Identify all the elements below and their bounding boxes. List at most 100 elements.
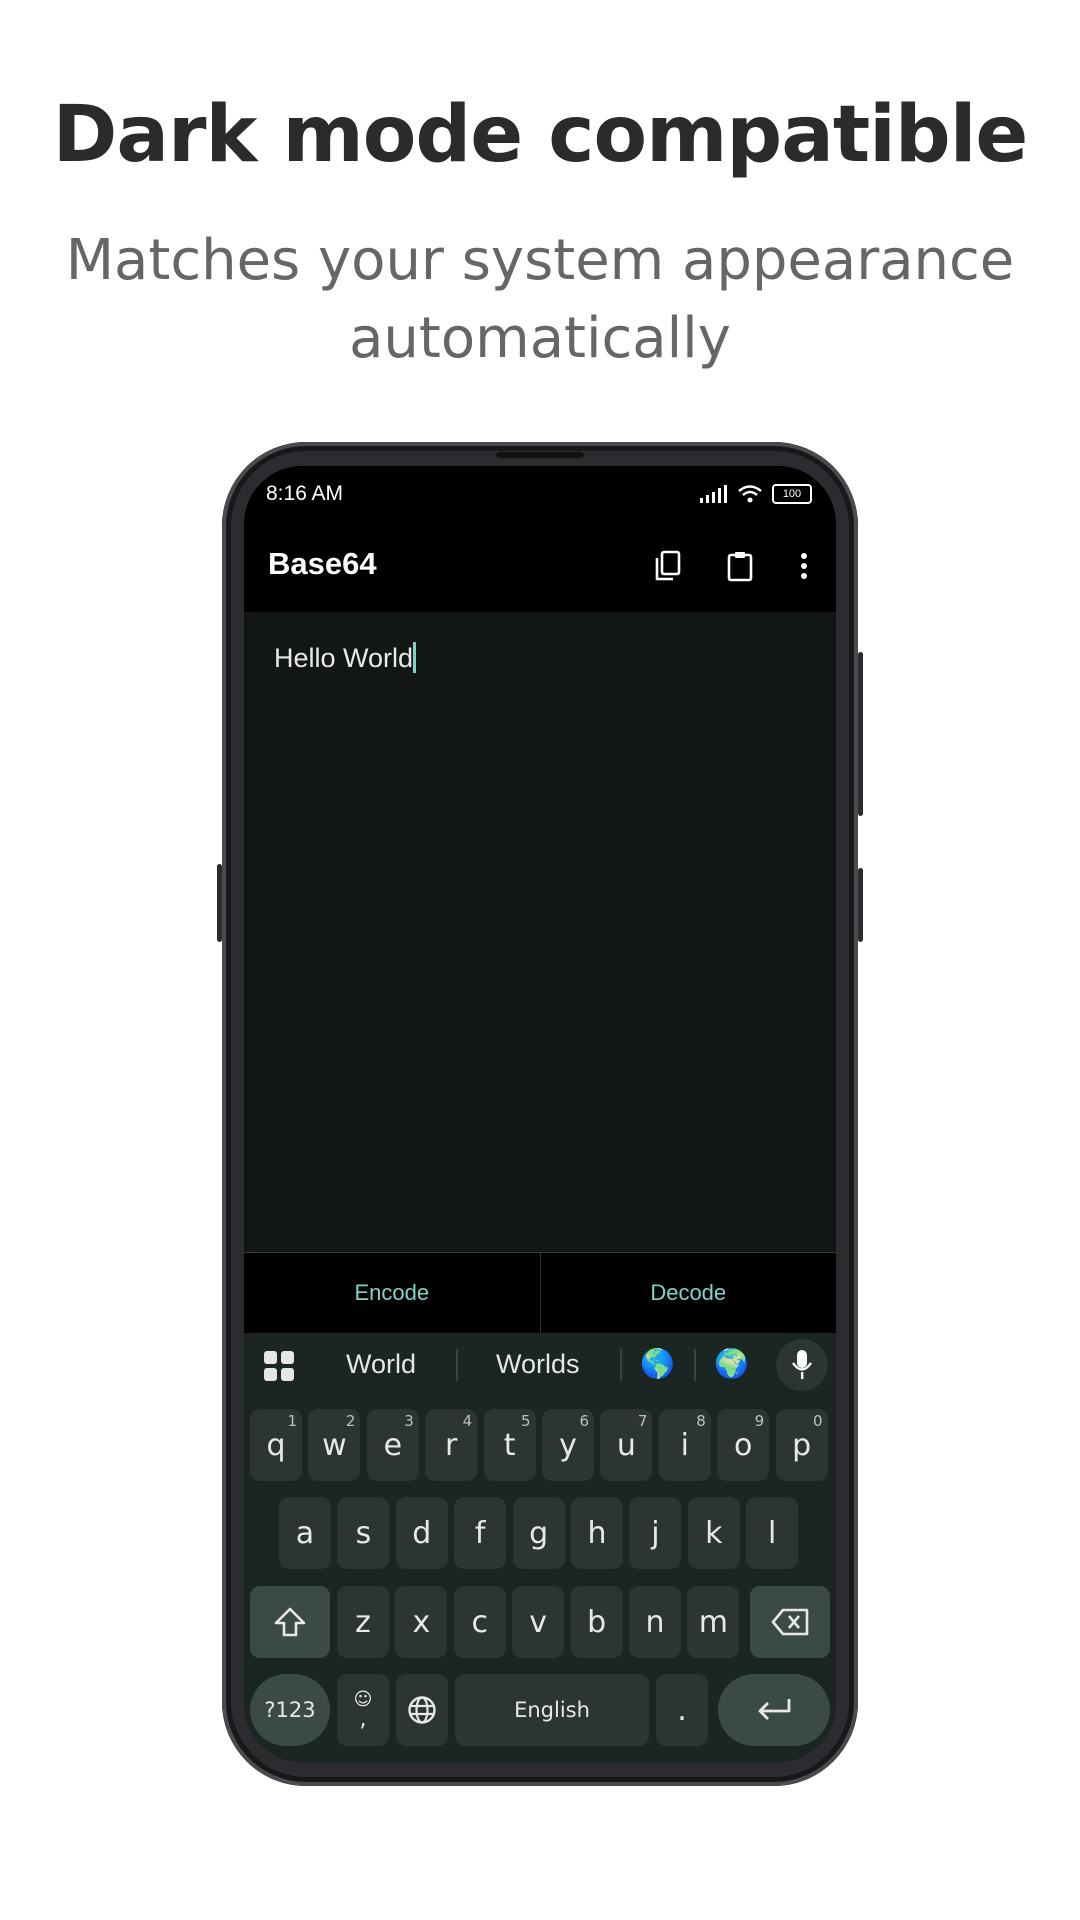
key-label: h: [587, 1515, 607, 1551]
key-p[interactable]: p0: [775, 1409, 828, 1481]
backspace-key[interactable]: [750, 1586, 830, 1658]
key-label: f: [474, 1515, 486, 1551]
suggestion-word[interactable]: Worlds: [496, 1349, 580, 1380]
key-k[interactable]: k: [687, 1497, 740, 1569]
key-label: m: [698, 1604, 728, 1640]
key-label: v: [529, 1604, 548, 1640]
key-l[interactable]: l: [746, 1497, 799, 1569]
key-q[interactable]: q1: [250, 1409, 302, 1481]
key-label: g: [529, 1515, 549, 1551]
key-label: t: [503, 1427, 516, 1463]
globe-icon: [408, 1696, 436, 1724]
key-label: l: [768, 1515, 777, 1551]
input-text[interactable]: Hello World: [274, 642, 417, 674]
key-label: e: [383, 1427, 403, 1463]
battery-icon: 100: [772, 484, 812, 504]
key-m[interactable]: m: [687, 1586, 740, 1658]
key-label: d: [412, 1515, 432, 1551]
key-hint: 5: [521, 1412, 531, 1430]
key-label: b: [587, 1604, 607, 1640]
key-o[interactable]: o9: [717, 1409, 770, 1481]
key-label: u: [616, 1427, 636, 1463]
period-key[interactable]: .: [656, 1674, 708, 1746]
key-u[interactable]: u7: [600, 1409, 653, 1481]
key-f[interactable]: f: [454, 1497, 507, 1569]
key-i[interactable]: i8: [658, 1409, 711, 1481]
key-hint: 3: [404, 1412, 414, 1430]
app-title: Base64: [268, 546, 377, 581]
decode-button[interactable]: Decode: [541, 1253, 837, 1333]
key-t[interactable]: t5: [483, 1409, 536, 1481]
text-input-area[interactable]: Hello World: [244, 612, 836, 1253]
key-label: y: [559, 1427, 577, 1463]
phone-side-button: [858, 868, 863, 942]
key-hint: 2: [345, 1412, 356, 1430]
speaker-grille: [496, 452, 584, 458]
key-s[interactable]: s: [337, 1497, 390, 1569]
key-label: i: [680, 1427, 689, 1463]
suggestion-separator: [620, 1349, 622, 1381]
key-label: n: [645, 1604, 665, 1640]
key-label: k: [705, 1515, 723, 1551]
encode-button[interactable]: Encode: [244, 1253, 540, 1333]
clipboard-icon[interactable]: [720, 546, 760, 586]
headline: Dark mode compatible: [52, 90, 1029, 180]
key-label: z: [355, 1604, 371, 1640]
more-vert-icon[interactable]: [784, 546, 824, 586]
shift-key[interactable]: [250, 1586, 330, 1658]
key-y[interactable]: y6: [542, 1409, 594, 1481]
status-icons: 100: [700, 484, 812, 504]
phone-side-button: [858, 652, 863, 816]
mic-icon[interactable]: [776, 1339, 828, 1391]
key-label: q: [266, 1427, 286, 1463]
key-r[interactable]: r4: [425, 1409, 478, 1481]
key-x[interactable]: x: [395, 1586, 448, 1658]
space-key[interactable]: English: [455, 1674, 649, 1746]
symbols-key[interactable]: ?123: [250, 1674, 330, 1746]
key-label: s: [355, 1515, 372, 1551]
key-v[interactable]: v: [512, 1586, 565, 1658]
soft-keyboard: World Worlds 🌎 🌍 ?123 ☺ , English . q 1 …: [244, 1333, 836, 1762]
subline: Matches your system appearance automatic…: [65, 228, 1015, 371]
language-key[interactable]: [396, 1674, 448, 1746]
comma-label: ,: [359, 1707, 367, 1732]
key-label: o: [734, 1427, 753, 1463]
key-n[interactable]: n: [629, 1586, 681, 1658]
key-a[interactable]: a: [279, 1497, 331, 1569]
suggestion-word[interactable]: World: [346, 1349, 416, 1380]
enter-icon: [758, 1699, 791, 1720]
suggestion-strip: World Worlds 🌎 🌍: [244, 1333, 836, 1397]
suggestion-separator: [456, 1349, 458, 1381]
key-hint: 9: [754, 1412, 765, 1430]
key-j[interactable]: j: [629, 1497, 682, 1569]
action-bar: Encode Decode: [244, 1253, 836, 1333]
key-hint: 6: [579, 1412, 589, 1430]
suggestion-emoji[interactable]: 🌎: [640, 1347, 675, 1380]
key-label: p: [792, 1427, 812, 1463]
enter-key[interactable]: [718, 1674, 830, 1746]
key-hint: 7: [637, 1412, 648, 1430]
shift-icon: [274, 1607, 306, 1637]
key-e[interactable]: e3: [366, 1409, 419, 1481]
emoji-comma-key[interactable]: ☺ ,: [337, 1674, 389, 1746]
key-h[interactable]: h: [571, 1497, 623, 1569]
key-z[interactable]: z: [337, 1586, 389, 1658]
phone-screen: 8:16 AM 100 Base64 Hello World Encode De…: [244, 466, 836, 1762]
key-label: c: [471, 1604, 489, 1640]
key-d[interactable]: d: [395, 1497, 448, 1569]
key-c[interactable]: c: [453, 1586, 506, 1658]
key-hint: 8: [696, 1412, 706, 1430]
key-hint: 0: [813, 1412, 823, 1430]
key-b[interactable]: b: [570, 1586, 623, 1658]
key-label: x: [412, 1604, 431, 1640]
apps-grid-icon[interactable]: [264, 1351, 294, 1381]
key-hint: 1: [287, 1412, 297, 1430]
key-label: a: [295, 1515, 315, 1551]
key-label: w: [322, 1427, 347, 1463]
key-w[interactable]: w2: [308, 1409, 361, 1481]
phone-side-button: [217, 864, 222, 942]
key-g[interactable]: g: [512, 1497, 565, 1569]
app-bar: Base64: [244, 522, 836, 612]
copy-icon[interactable]: [648, 546, 688, 586]
suggestion-emoji[interactable]: 🌍: [714, 1347, 749, 1380]
